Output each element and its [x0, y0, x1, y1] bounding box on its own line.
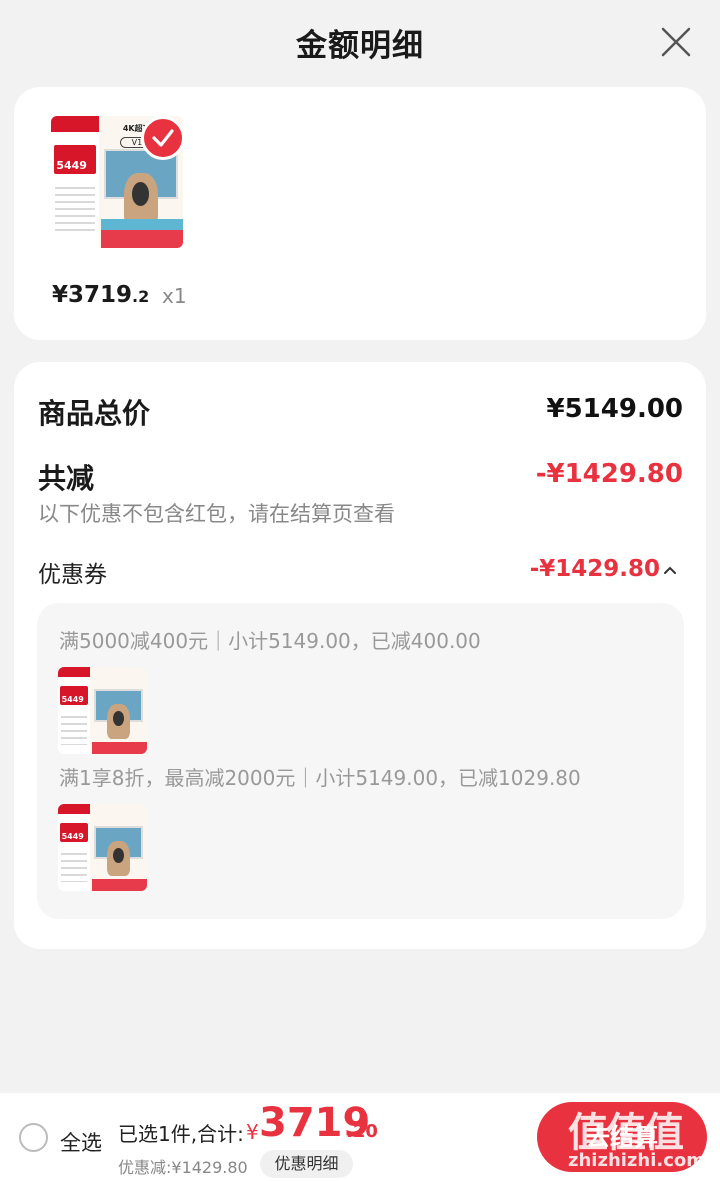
coupon-product-thumbnail: 5449: [58, 804, 147, 891]
total-price-value: ¥5149.00: [546, 394, 683, 424]
product-quantity: x1: [162, 284, 187, 308]
checkout-button[interactable]: 去结算: [537, 1102, 707, 1172]
total-currency: ¥: [246, 1120, 259, 1144]
select-all-radio[interactable]: [19, 1123, 48, 1152]
select-all-label[interactable]: 全选: [60, 1127, 102, 1157]
selected-check-icon[interactable]: [141, 116, 185, 160]
total-reduce-value: -¥1429.80: [535, 459, 683, 489]
coupon-label[interactable]: 优惠券: [38, 555, 107, 589]
discount-amount: 优惠减:¥1429.80: [118, 1158, 248, 1177]
product-price: ¥3719.2: [52, 282, 150, 308]
coupon-value[interactable]: -¥1429.80: [530, 556, 660, 582]
discount-hint: 以下优惠不包含红包，请在结算页查看: [38, 502, 395, 526]
close-icon[interactable]: [660, 26, 692, 58]
discount-detail-button[interactable]: 优惠明细: [260, 1150, 353, 1178]
total-reduce-label: 共减: [38, 462, 95, 495]
selected-summary: 已选1件,合计:: [118, 1122, 244, 1146]
total-amount-decimal: .20: [346, 1121, 378, 1142]
coupon-condition: 满5000减400元｜小计5149.00，已减400.00: [59, 629, 481, 653]
total-price-label: 商品总价: [38, 397, 151, 430]
header: 金额明细: [0, 0, 720, 86]
page-title: 金额明细: [296, 28, 424, 64]
chevron-up-icon[interactable]: [662, 562, 678, 578]
coupon-product-thumbnail: 5449: [58, 667, 147, 754]
coupon-condition: 满1享8折，最高减2000元｜小计5149.00，已减1029.80: [59, 766, 581, 790]
